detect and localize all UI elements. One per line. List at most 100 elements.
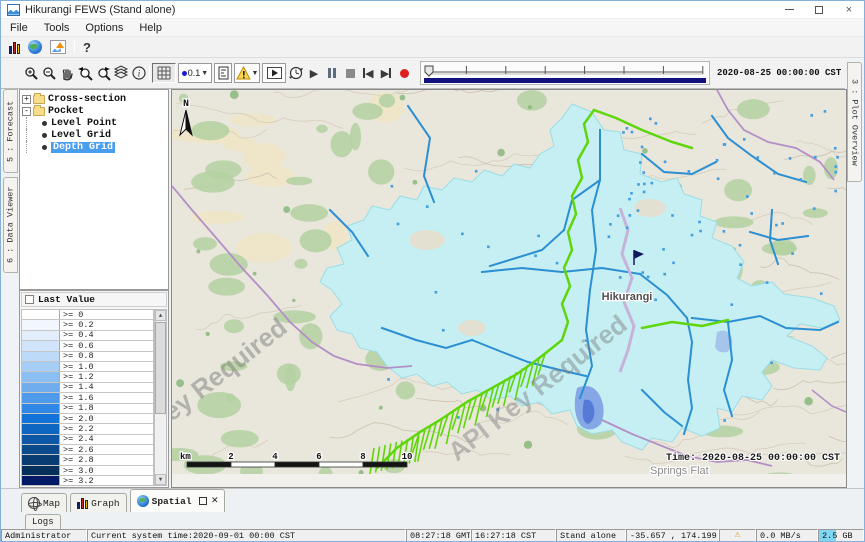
- status-coordinates: -35.657 , 174.199: [626, 529, 719, 542]
- legend-row[interactable]: >= 2.2: [22, 424, 153, 434]
- menu-file[interactable]: File: [1, 19, 36, 36]
- legend-color-swatch: [22, 393, 60, 402]
- tab-spatial[interactable]: Spatial ✕: [130, 489, 226, 512]
- legend-color-swatch: [22, 445, 60, 454]
- tree-item-label: Pocket: [48, 106, 84, 117]
- status-user: Administrator: [1, 529, 87, 542]
- legend-panel-button[interactable]: [214, 63, 232, 83]
- scalebar-tick-label: 8: [360, 452, 365, 462]
- scrollbar-thumb[interactable]: [155, 322, 166, 414]
- pause-button[interactable]: [324, 64, 340, 82]
- tree-item-label: Level Point: [51, 118, 117, 129]
- minimize-button[interactable]: [774, 1, 804, 18]
- tree-item-level-point[interactable]: Level Point: [22, 117, 166, 129]
- layers-icon[interactable]: [113, 64, 129, 82]
- close-button[interactable]: ×: [834, 1, 864, 18]
- time-slider[interactable]: [420, 61, 710, 85]
- tab-graph-label: Graph: [91, 498, 120, 509]
- legend-row[interactable]: >= 0.6: [22, 341, 153, 351]
- legend-row[interactable]: >= 0.4: [22, 331, 153, 341]
- legend-row[interactable]: >= 1.2: [22, 372, 153, 382]
- menu-tools[interactable]: Tools: [36, 19, 78, 36]
- spatial-display-icon[interactable]: [50, 40, 66, 54]
- legend-value-label: >= 2.2: [60, 424, 153, 433]
- undock-icon[interactable]: [199, 497, 207, 505]
- zoom-previous-icon[interactable]: [77, 64, 93, 82]
- legend-row[interactable]: >= 1.8: [22, 404, 153, 414]
- logs-tab[interactable]: Logs: [25, 514, 61, 529]
- tree-item-level-grid[interactable]: Level Grid: [22, 129, 166, 141]
- logs-bar: Logs: [1, 512, 864, 529]
- database-explorer-icon[interactable]: [9, 41, 20, 54]
- play-button[interactable]: ▶: [306, 64, 322, 82]
- tree-connector: [26, 129, 40, 141]
- legend-value-label: >= 2.8: [60, 455, 153, 464]
- skip-to-end-button[interactable]: ▶: [378, 64, 394, 82]
- time-slider-track[interactable]: [423, 64, 707, 77]
- class-interval-dropdown[interactable]: 0.1 ▼: [178, 63, 212, 83]
- status-mode: Stand alone: [556, 529, 626, 542]
- tree-item-pocket[interactable]: - Pocket: [22, 105, 166, 117]
- legend-value-label: >= 2.4: [60, 435, 153, 444]
- status-warning[interactable]: ⚠: [719, 529, 756, 542]
- legend-row[interactable]: >= 0: [22, 310, 153, 320]
- legend-row[interactable]: >= 0.2: [22, 320, 153, 330]
- legend-row[interactable]: >= 3.2: [22, 476, 153, 486]
- scroll-down-icon[interactable]: ▼: [155, 474, 166, 485]
- legend-list: >= 0>= 0.2>= 0.4>= 0.6>= 0.8>= 1.0>= 1.2…: [21, 309, 154, 486]
- expand-icon[interactable]: +: [22, 95, 31, 104]
- tab-spatial-label: Spatial: [152, 496, 192, 507]
- legend-value-label: >= 3.0: [60, 466, 153, 475]
- animate-forecast-button[interactable]: [262, 63, 286, 83]
- area-label: Springs Flat: [650, 465, 709, 477]
- warning-threshold-dropdown[interactable]: ▼: [234, 63, 260, 83]
- legend-row[interactable]: >= 1.0: [22, 362, 153, 372]
- menu-bar: File Tools Options Help: [1, 19, 864, 37]
- last-value-option[interactable]: Last Value: [21, 292, 167, 307]
- info-icon[interactable]: i: [131, 64, 147, 82]
- stop-button[interactable]: [342, 64, 358, 82]
- title-bar[interactable]: Hikurangi FEWS (Stand alone) ×: [1, 1, 864, 19]
- zoom-out-icon[interactable]: [41, 64, 57, 82]
- menu-options[interactable]: Options: [77, 19, 131, 36]
- skip-to-start-button[interactable]: ▶: [360, 64, 376, 82]
- zoom-in-icon[interactable]: [23, 64, 39, 82]
- last-value-checkbox[interactable]: [25, 295, 34, 304]
- tree-item-depth-grid[interactable]: Depth Grid: [22, 141, 166, 153]
- close-tab-icon[interactable]: ✕: [212, 496, 219, 506]
- scroll-up-icon[interactable]: ▲: [155, 310, 166, 321]
- tab-plot-overview[interactable]: 3 : Plot Overview: [847, 62, 862, 182]
- tab-forecast[interactable]: 5 : Forecast: [3, 89, 18, 173]
- grid-display-button[interactable]: [152, 63, 176, 83]
- tree-item-cross-section[interactable]: + Cross-section: [22, 93, 166, 105]
- map-display-icon[interactable]: [28, 40, 42, 54]
- legend-row[interactable]: >= 2.0: [22, 414, 153, 424]
- maximize-button[interactable]: [804, 1, 834, 18]
- tab-map[interactable]: Map: [21, 493, 67, 512]
- zoom-next-icon[interactable]: [95, 64, 111, 82]
- map-canvas[interactable]: API Key Required API Key Required km 246…: [172, 90, 846, 487]
- help-button[interactable]: ?: [83, 40, 91, 55]
- legend-scrollbar[interactable]: ▲ ▼: [154, 309, 167, 486]
- legend-row[interactable]: >= 1.4: [22, 383, 153, 393]
- legend-row[interactable]: >= 2.8: [22, 455, 153, 465]
- menu-help[interactable]: Help: [131, 19, 170, 36]
- tree-item-label-selected: Depth Grid: [51, 142, 115, 153]
- legend-row[interactable]: >= 0.8: [22, 352, 153, 362]
- pan-hand-icon[interactable]: [59, 64, 75, 82]
- interval-value: 0.1: [188, 68, 201, 78]
- record-button[interactable]: [396, 64, 412, 82]
- legend-row[interactable]: >= 2.4: [22, 435, 153, 445]
- map-view[interactable]: API Key Required API Key Required km 246…: [171, 89, 847, 488]
- tab-data-viewer[interactable]: 6 : Data Viewer: [3, 177, 18, 273]
- set-time-icon[interactable]: [288, 64, 304, 82]
- tab-graph[interactable]: Graph: [70, 493, 127, 512]
- legend-value-label: >= 3.2: [60, 476, 153, 485]
- legend-row[interactable]: >= 3.0: [22, 466, 153, 476]
- legend-row[interactable]: >= 2.6: [22, 445, 153, 455]
- left-tab-strip: 5 : Forecast 6 : Data Viewer: [1, 89, 19, 488]
- legend-row[interactable]: >= 1.6: [22, 393, 153, 403]
- collapse-icon[interactable]: -: [22, 107, 31, 116]
- stop-icon: [346, 69, 355, 78]
- scalebar-unit: km: [180, 452, 191, 462]
